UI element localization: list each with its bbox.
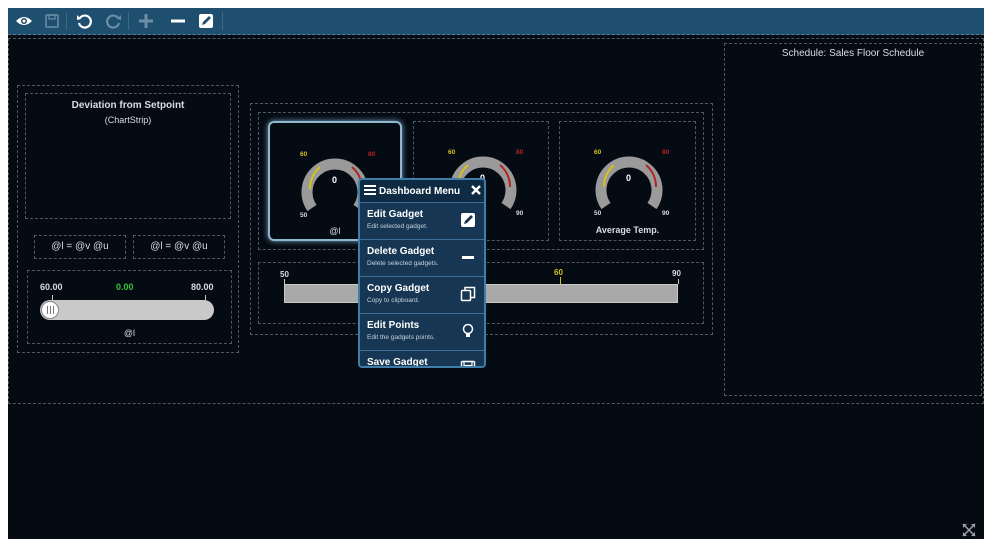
- slider-track[interactable]: [40, 300, 214, 320]
- chartstrip-subtitle: (ChartStrip): [104, 115, 152, 125]
- save-icon[interactable]: [42, 11, 62, 31]
- edit-icon[interactable]: [196, 11, 216, 31]
- minus-icon: [460, 249, 476, 265]
- menu-item-desc: Copy to clipboard.: [367, 297, 420, 304]
- save-icon: [460, 360, 476, 366]
- slider-max: 80.00: [191, 282, 214, 292]
- chartstrip-gadget[interactable]: [25, 93, 231, 219]
- schedule-title: Schedule: Sales Floor Schedule: [781, 48, 925, 59]
- gauge-2-low: 60: [448, 149, 456, 156]
- gauge-3[interactable]: 60 80 0 50 90 Average Temp.: [559, 121, 696, 241]
- slider-handle[interactable]: [42, 302, 58, 318]
- gauge-1-low: 60: [300, 151, 308, 158]
- bar-mid: 60: [554, 268, 563, 277]
- eye-icon[interactable]: [14, 11, 34, 31]
- dashboard-frame: Deviation from Setpoint (ChartStrip) @l …: [8, 8, 984, 539]
- gauge-3-min: 50: [594, 210, 602, 217]
- plus-icon[interactable]: [136, 11, 156, 31]
- slider-value: 0.00: [116, 282, 134, 292]
- menu-item-edit-points[interactable]: Edit Points Edit the gadgets points.: [360, 313, 484, 350]
- gauge-1-value: 0: [332, 175, 338, 185]
- dashboard-menu-title: Dashboard Menu: [379, 185, 461, 197]
- menu-item-label: Copy Gadget: [367, 283, 430, 294]
- fullscreen-icon[interactable]: [962, 523, 976, 537]
- chartstrip-title: Deviation from Setpoint: [71, 100, 185, 111]
- slider-min: 60.00: [40, 282, 63, 292]
- gauge-3-label: Average Temp.: [595, 225, 660, 235]
- copy-icon: [460, 286, 476, 302]
- bar-min: 50: [280, 270, 289, 279]
- menu-item-edit-gadget[interactable]: Edit Gadget Edit selected gadget.: [360, 202, 484, 239]
- gauge-2-high: 80: [516, 149, 524, 156]
- undo-icon[interactable]: [74, 11, 94, 31]
- dashboard-menu: Dashboard Menu Edit Gadget Edit selected…: [358, 178, 486, 368]
- dashboard-menu-header: Dashboard Menu: [360, 180, 484, 202]
- menu-item-desc: Delete selected gadgets.: [367, 260, 439, 267]
- redo-icon[interactable]: [104, 11, 124, 31]
- slider-label: @l: [123, 328, 136, 338]
- menu-item-desc: Edit the gadgets points.: [367, 334, 435, 341]
- schedule-gadget[interactable]: [724, 43, 982, 396]
- bar-max: 90: [672, 269, 681, 278]
- gauge-3-high: 80: [662, 149, 670, 156]
- pencil-icon: [460, 212, 476, 228]
- bulb-icon: [460, 323, 476, 339]
- gauge-3-low: 60: [594, 149, 602, 156]
- menu-item-label: Delete Gadget: [367, 246, 435, 257]
- close-icon[interactable]: [471, 184, 481, 198]
- gauge-2-max: 90: [516, 210, 524, 217]
- menu-item-copy-gadget[interactable]: Copy Gadget Copy to clipboard.: [360, 276, 484, 313]
- toolbar: [8, 8, 984, 35]
- menu-item-delete-gadget[interactable]: Delete Gadget Delete selected gadgets.: [360, 239, 484, 276]
- minus-icon[interactable]: [168, 11, 188, 31]
- menu-item-save-gadget[interactable]: Save Gadget: [360, 350, 484, 368]
- label-text-right: @l = @v @u: [150, 241, 208, 252]
- gauge-1-high: 80: [368, 151, 376, 158]
- hamburger-icon: [364, 184, 376, 198]
- gauge-1-min: 50: [300, 212, 308, 219]
- gauge-3-max: 90: [662, 210, 670, 217]
- menu-item-label: Save Gadget: [367, 357, 428, 368]
- menu-item-desc: Edit selected gadget.: [367, 223, 428, 230]
- menu-item-label: Edit Gadget: [367, 209, 424, 220]
- menu-item-label: Edit Points: [367, 320, 420, 331]
- label-text-left: @l = @v @u: [51, 241, 109, 252]
- gauge-3-value: 0: [626, 173, 632, 183]
